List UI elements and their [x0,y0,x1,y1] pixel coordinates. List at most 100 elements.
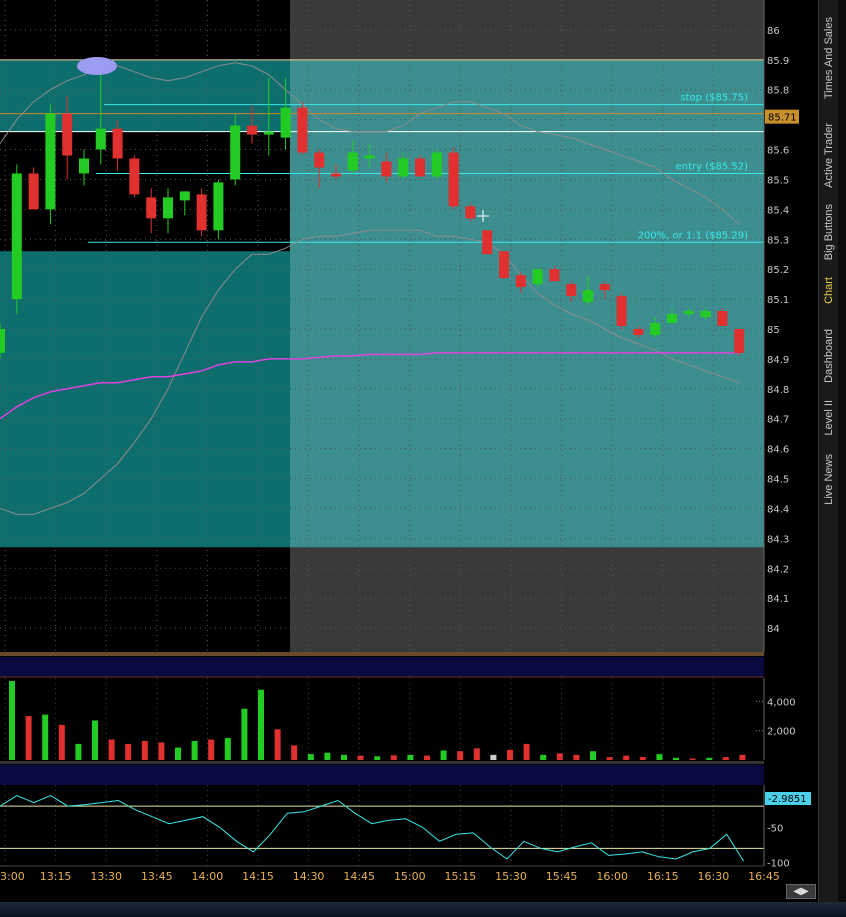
time-tick-label: 16:30 [698,870,730,883]
candle-body [431,152,442,177]
last-price-badge-text: 85.71 [768,113,797,124]
volume-bar [606,757,613,760]
tab-active-trader[interactable]: Active Trader [819,115,839,195]
volume-bar [440,750,447,760]
volume-bar [374,756,381,760]
tab-times-and-sales[interactable]: Times And Sales [819,8,839,108]
tab-chart[interactable]: Chart [819,270,839,310]
tab-live-news[interactable]: Live News [819,448,839,510]
candle-body [499,251,509,279]
osc-tick-label: -50 [767,823,783,834]
volume-bar [540,754,547,760]
candle-body [415,158,425,177]
candle-body [549,269,560,282]
price-tick-label: 84.7 [767,415,789,426]
candle-body [112,128,123,159]
tab-label: Big Buttons [823,203,835,261]
candle-body [566,284,577,297]
candle-body [381,161,392,177]
price-tick-label: 84 [767,624,780,635]
price-tick-label: 86 [767,26,780,37]
tab-label: Live News [823,453,835,505]
time-tick-label: 15:15 [445,870,477,883]
volume-bar [108,739,115,760]
candle-body [616,296,627,326]
time-tick-label: 14:30 [293,870,325,883]
time-tick-label: 13:45 [141,870,173,883]
candle-body [532,269,543,285]
price-tick-label: 84.9 [767,355,789,366]
time-tick-label: 16:00 [596,870,628,883]
price-tick-label: 85 [767,325,780,336]
candle-body [734,328,745,353]
volume-bar [507,749,513,760]
chart-canvas[interactable]: stop ($85.75) entry ($85.52) 200%, or 1:1 … [0,0,846,917]
time-tick-label: 13:15 [40,870,72,883]
volume-bar [324,752,331,760]
candle-body [247,125,257,135]
time-tick-label: 14:15 [242,870,274,883]
volume-bar [706,757,713,760]
chart-scroll-control[interactable]: ◀▶ [786,884,816,899]
volume-bar [673,757,679,760]
candle-body [331,173,341,177]
candle-body [650,323,661,335]
candle-body [347,152,358,171]
candle-body [398,158,409,177]
tab-big-buttons[interactable]: Big Buttons [819,200,839,264]
volume-bar [191,740,198,760]
volume-bar [689,758,696,760]
price-tick-label: 84.5 [767,475,789,486]
candle-body [515,275,526,288]
candle-body [667,314,677,324]
volume-bar [341,754,347,760]
panel-divider [0,761,764,764]
volume-bar [407,754,414,760]
candle-body [230,125,241,180]
volume-bar [291,745,298,760]
volume-bar [158,742,165,760]
candle-body [179,191,190,201]
osc-header [0,765,764,785]
candle-body [448,152,459,207]
tab-label: Level II [823,399,835,436]
osc-value-badge-text: -2.9851 [768,794,807,805]
volume-bar [573,754,580,760]
candle-body [583,290,593,303]
candle-body [280,107,291,138]
panel-divider [0,652,764,656]
volume-bar [307,754,314,760]
volume-bar [175,747,181,760]
time-tick-label: 16:45 [748,870,780,883]
volume-bar [390,755,397,760]
price-tick-label: 84.8 [767,385,789,396]
candle-body [196,194,207,231]
level-annotation: stop ($85.75) [680,93,748,104]
candle-body [146,197,157,219]
volume-bar [639,757,646,760]
candle-body [0,328,5,353]
candle-body [28,173,39,210]
volume-tick-label: 2,000 [767,727,796,738]
tab-label: Dashboard [823,329,835,383]
volume-bar [75,743,82,760]
tab-dashboard[interactable]: Dashboard [819,325,839,387]
candle-body [163,197,173,219]
volume-bar [523,743,530,760]
volume-header [0,657,764,677]
tab-level-ii[interactable]: Level II [819,395,839,440]
tab-label: Times And Sales [823,16,835,100]
volume-bar [258,689,264,760]
volume-bar [473,748,480,760]
price-tick-label: 84.1 [767,594,789,605]
price-tick-label: 84.3 [767,534,789,545]
price-tick-label: 84.4 [767,504,789,515]
candle-body [683,311,694,315]
time-tick-label: 16:15 [647,870,679,883]
volume-bar [556,753,563,760]
candle-body [297,107,308,153]
volume-bar [208,739,215,760]
candle-body [364,155,375,159]
candle-body [633,328,644,335]
volume-bar [141,740,148,760]
